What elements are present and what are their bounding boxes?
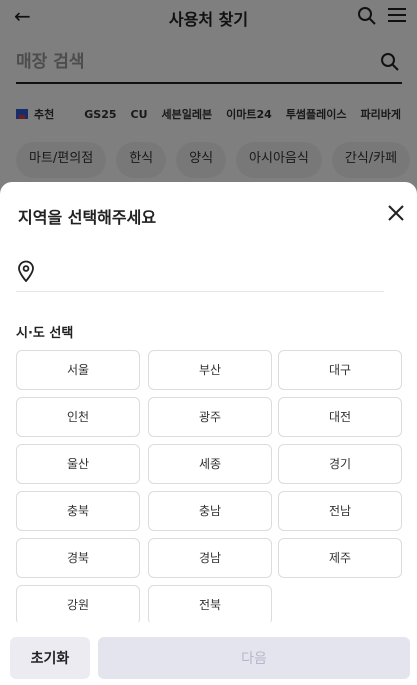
region-option[interactable]: 부산 (148, 350, 272, 390)
region-option[interactable]: 경남 (148, 538, 272, 578)
region-option[interactable]: 인천 (16, 397, 140, 437)
region-option[interactable]: 전남 (278, 491, 402, 531)
region-option[interactable]: 충북 (16, 491, 140, 531)
region-option[interactable]: 경기 (278, 444, 402, 484)
next-button[interactable]: 다음 (98, 637, 410, 679)
section-title: 시·도 선택 (16, 326, 74, 341)
reset-button[interactable]: 초기화 (10, 637, 90, 679)
region-option[interactable]: 강원 (16, 585, 140, 622)
region-option[interactable]: 제주 (278, 538, 402, 578)
region-option[interactable]: 전북 (148, 585, 272, 622)
region-option[interactable]: 세종 (148, 444, 272, 484)
region-option[interactable]: 광주 (148, 397, 272, 437)
region-option[interactable]: 서울 (16, 350, 140, 390)
region-option[interactable]: 경북 (16, 538, 140, 578)
sheet-title: 지역을 선택해주세요 (18, 208, 157, 227)
region-option[interactable]: 대전 (278, 397, 402, 437)
current-location-row[interactable] (16, 256, 384, 292)
region-option[interactable]: 대구 (278, 350, 402, 390)
region-option[interactable]: 충남 (148, 491, 272, 531)
region-option[interactable]: 울산 (16, 444, 140, 484)
region-grid: 서울 부산 대구인천 광주 대전울산 세종 경기충북 충남 전남경북 경남 제주강원 전북 (16, 350, 404, 622)
sheet-footer: 초기화 다음 (0, 627, 417, 685)
close-icon[interactable] (387, 204, 405, 222)
location-pin-icon[interactable] (16, 260, 36, 282)
region-select-sheet: 지역을 선택해주세요 시·도 선택 서울 부산 대구인천 광주 대전울산 세종 경기충북 충남… (0, 182, 417, 685)
